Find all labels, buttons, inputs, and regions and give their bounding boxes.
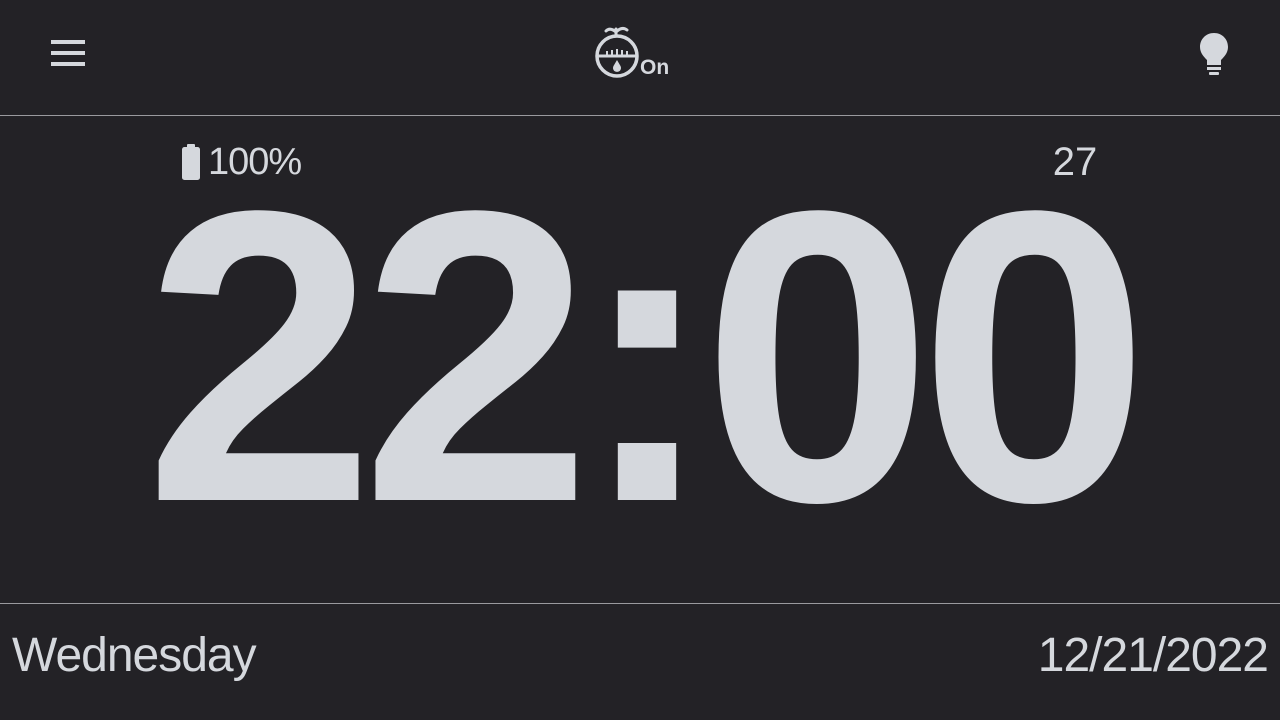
hamburger-menu-icon [51,40,85,66]
menu-button[interactable] [40,30,96,76]
bottom-bar: Wednesday 12/21/2022 [0,603,1280,720]
weekday-label: Wednesday [12,629,257,682]
timer-state-label: On [640,56,670,79]
date-label: 12/21/2022 [1037,629,1269,682]
clock-app: On 100% 27 22:00 Wednesday 12/21/2022 [0,0,1280,720]
tomato-timer-icon [595,26,639,78]
top-bar: On [0,0,1280,116]
light-toggle-button[interactable] [1190,26,1238,82]
time-display: 22:00 [144,124,1149,588]
lightbulb-icon [1200,33,1228,75]
timer-toggle-button[interactable]: On [590,22,680,86]
